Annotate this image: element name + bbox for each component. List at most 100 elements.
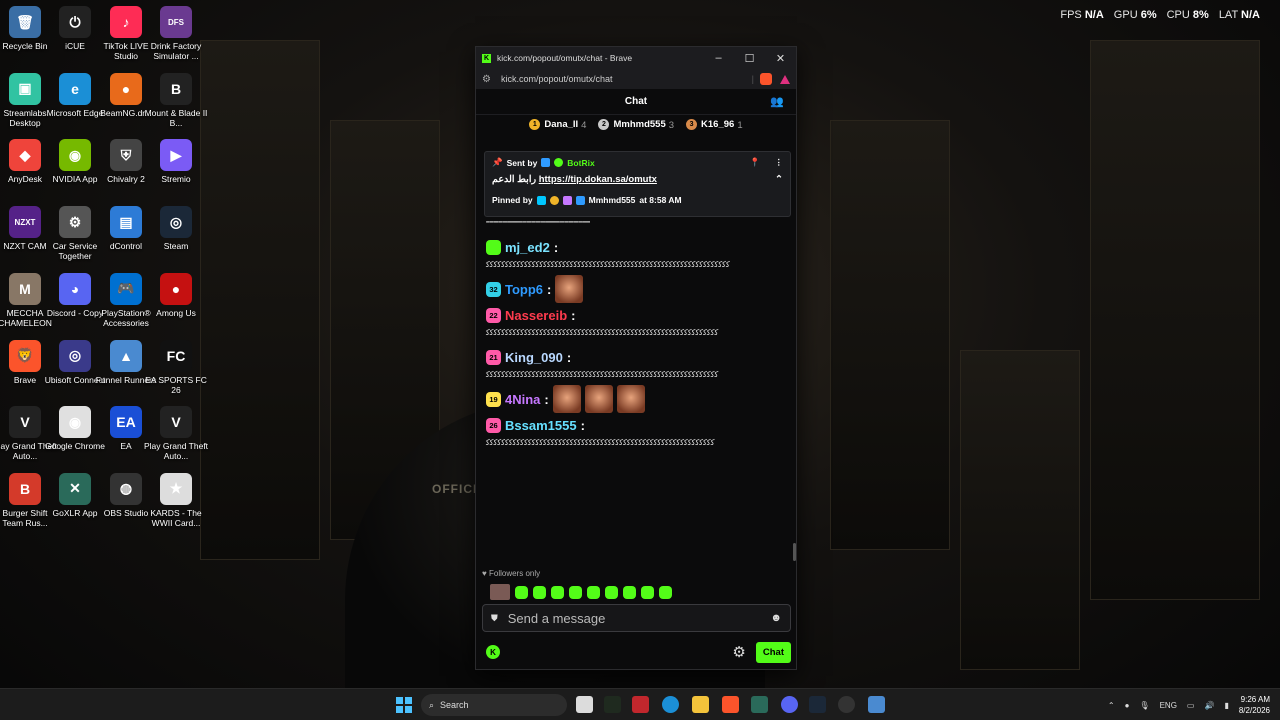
emote-8[interactable] (641, 585, 654, 599)
background-shelf-edge (1090, 40, 1260, 600)
gift-leaderboard: 1 Dana_II 4 2 Mmhmd555 3 3 K16_96 1 (476, 115, 796, 135)
chat-emote[interactable] (552, 385, 581, 413)
desktop-icon-label: iCUE (65, 41, 85, 51)
desktop-icon[interactable]: B Mount & Blade II B... (143, 72, 209, 128)
emote-5[interactable] (587, 585, 600, 599)
close-button[interactable]: ✕ (765, 52, 796, 65)
collapse-chevron-icon[interactable]: ⌃ (775, 174, 783, 185)
kick-points-icon[interactable]: K (486, 645, 500, 659)
emote-4[interactable] (569, 585, 582, 599)
minimize-button[interactable]: – (703, 52, 734, 64)
network-icon[interactable]: ▭ (1187, 701, 1195, 710)
users-icon[interactable]: 👥 (770, 95, 784, 108)
emote-2[interactable] (533, 585, 546, 599)
app-icon-red[interactable] (632, 696, 649, 713)
desktop-app-icon: ▤ (110, 206, 142, 239)
emote-7[interactable] (623, 585, 636, 599)
desktop-icon[interactable]: DFS Drink Factory Simulator ... (143, 6, 209, 61)
battery-icon[interactable]: ▮ (1224, 701, 1228, 710)
desktop-icon[interactable]: ★ KARDS - The WWII Card... (143, 472, 209, 528)
desktop-icon-label: OBS Studio (103, 507, 149, 518)
desktop-app-icon: EA (110, 406, 142, 439)
chat-username[interactable]: Bssam1555 (505, 418, 577, 433)
brave-shields-icon[interactable] (760, 73, 772, 85)
desktop-app-icon: ● (110, 72, 142, 105)
desktop-icon-label: Stremio (161, 174, 191, 185)
desktop-icon[interactable]: ● Among Us (143, 272, 209, 318)
performance-overlay: FPS N/A GPU 6% CPU 8% LAT N/A (1060, 9, 1260, 21)
microphone-icon[interactable]: 🎙 (1139, 701, 1149, 710)
steam-taskbar-icon[interactable] (809, 696, 826, 713)
start-button[interactable] (396, 697, 412, 713)
emote-9[interactable] (659, 585, 672, 599)
app-icon-green[interactable] (604, 696, 621, 713)
username-separator: : (547, 281, 552, 297)
leaderboard-entry-2[interactable]: 2 Mmhmd555 3 (598, 119, 674, 131)
chat-settings-icon[interactable]: ⚙ (732, 643, 745, 661)
pinned-by-user[interactable]: Mmhmd555 (589, 195, 636, 205)
windows-taskbar: ⌕ Search ⌃ ● 🎙 ENG ▭ 🔊 ▮ 9:26 AM 8/2/202… (0, 688, 1280, 720)
site-settings-icon[interactable]: ⚙ (482, 74, 491, 85)
tray-chevron-icon[interactable]: ⌃ (1108, 701, 1115, 710)
chat-message-input[interactable] (507, 610, 771, 626)
address-bar[interactable]: ⚙ kick.com/popout/omutx/chat | (476, 69, 796, 89)
chat-username[interactable]: Topp6 (505, 282, 543, 297)
leaderboard-entry-3[interactable]: 3 K16_96 1 (686, 119, 743, 131)
system-tray: ⌃ ● 🎙 ENG ▭ 🔊 ▮ 9:26 AM 8/2/2026 (1108, 689, 1270, 720)
desktop-icon-label: EA SPORTS FC 26 (145, 374, 207, 395)
desktop-app-icon: FC (160, 339, 192, 372)
app-icon-blue[interactable] (868, 696, 885, 713)
unpin-icon[interactable]: 📍 (750, 157, 761, 168)
emote-6[interactable] (605, 585, 618, 599)
followers-only-notice: ♥ Followers only (482, 569, 541, 578)
chat-scrollbar[interactable] (793, 543, 796, 561)
goxlr-taskbar-icon[interactable] (751, 696, 768, 713)
task-view-icon[interactable] (576, 696, 593, 713)
send-chat-button[interactable]: Chat (755, 641, 791, 663)
window-title: kick.com/popout/omutx/chat - Brave (497, 53, 633, 63)
chat-username[interactable]: King_090 (505, 350, 563, 365)
chat-emote[interactable] (555, 275, 584, 303)
chat-username[interactable]: mj_ed2 (505, 240, 550, 255)
desktop-icon[interactable]: FC EA SPORTS FC 26 (143, 339, 209, 395)
chat-emote[interactable] (584, 385, 613, 413)
desktop-icon[interactable]: VPlay Grand Theft Auto... (143, 406, 209, 461)
chat-message: 19 4Nina: (486, 385, 786, 413)
taskbar-search[interactable]: ⌕ Search (421, 694, 567, 716)
emote-3[interactable] (551, 585, 564, 599)
desktop-icon[interactable]: ▶ Stremio (143, 139, 209, 184)
chat-emote[interactable] (616, 385, 645, 413)
chat-input-box[interactable]: ⛊ ☻ (482, 604, 791, 632)
leaderboard-entry-1[interactable]: 1 Dana_II 4 (529, 119, 586, 131)
desktop-icon[interactable]: ◎ Steam (143, 206, 209, 251)
discord-taskbar-icon[interactable] (781, 696, 798, 713)
heart-icon: ♥ (482, 569, 487, 578)
taskbar-clock[interactable]: 9:26 AM 8/2/2026 (1239, 694, 1270, 716)
more-options-icon[interactable]: ⋮ (775, 157, 784, 168)
emote-1[interactable] (515, 585, 528, 599)
lat-stat: LAT N/A (1218, 9, 1260, 21)
support-link[interactable]: https://tip.dokan.sa/omutx (539, 174, 657, 185)
chat-message-text: ﻛﻛﻛﻛﻛﻛﻛﻛﻛﻛﻛﻛﻛﻛﻛﻛﻛﻛﻛﻛﻛﻛﻛﻛﻛﻛﻛﻛﻛﻛﻛﻛﻛﻛﻛﻛﻛﻛﻛﻛ… (486, 438, 715, 447)
maximize-button[interactable]: ☐ (734, 52, 765, 65)
obs-taskbar-icon[interactable] (838, 696, 855, 713)
pinned-sender[interactable]: BotRix (567, 158, 594, 168)
rank-2-icon: 2 (598, 119, 610, 131)
brave-taskbar-icon[interactable] (722, 696, 739, 713)
window-titlebar[interactable]: K kick.com/popout/omutx/chat - Brave – ☐… (476, 47, 796, 69)
file-explorer-icon[interactable] (692, 696, 709, 713)
brave-rewards-icon[interactable] (780, 74, 790, 84)
chat-username[interactable]: 4Nina (505, 392, 540, 407)
emote-dog[interactable] (490, 584, 510, 600)
chat-username[interactable]: Nassereib (505, 308, 567, 323)
language-indicator[interactable]: ENG (1160, 701, 1177, 710)
bot-badge-icon (541, 158, 551, 167)
edge-taskbar-icon[interactable] (662, 696, 679, 713)
emoji-picker-icon[interactable]: ☻ (770, 612, 782, 624)
desktop-app-icon: 🦁 (9, 339, 41, 372)
tray-app-icon[interactable]: ● (1125, 701, 1130, 710)
url-text[interactable]: kick.com/popout/omutx/chat (501, 74, 752, 84)
desktop-app-icon: NZXT (9, 206, 41, 239)
volume-icon[interactable]: 🔊 (1204, 701, 1214, 710)
desktop-app-icon: ◎ (59, 339, 91, 372)
